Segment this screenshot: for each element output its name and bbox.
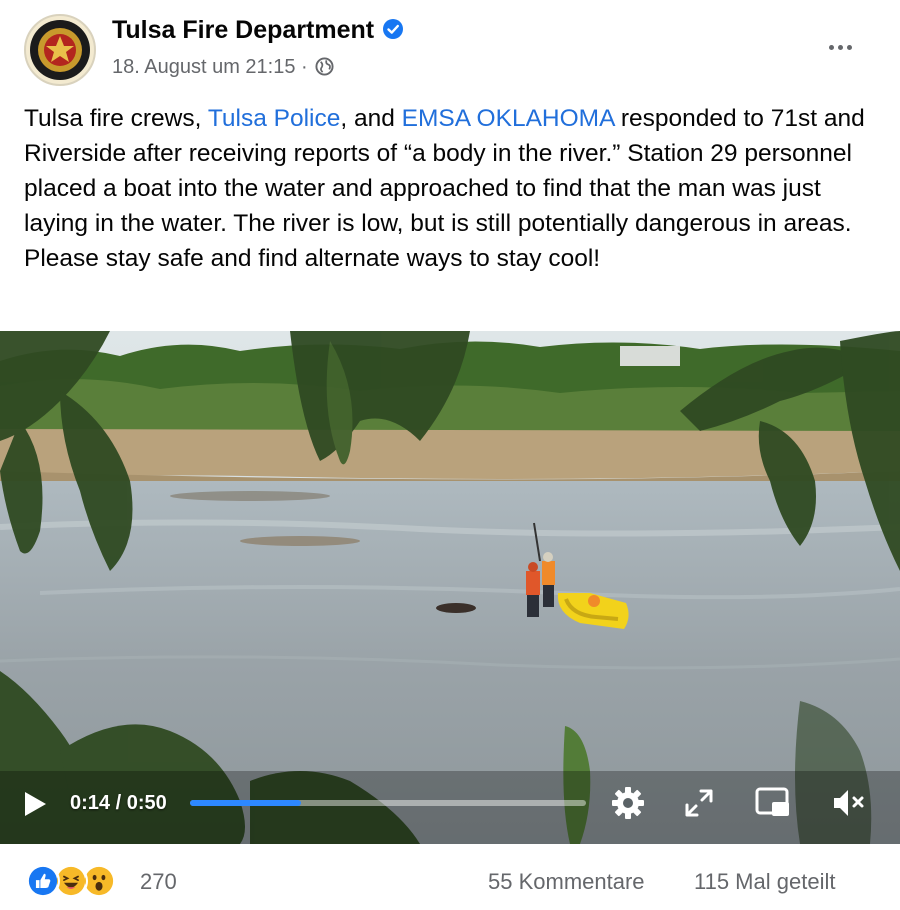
post-timestamp[interactable]: 18. August um 21:15 xyxy=(112,56,295,78)
video-frame xyxy=(0,331,900,844)
volume-muted-icon xyxy=(834,790,864,816)
more-options-icon xyxy=(828,44,834,50)
mention-tulsa-police[interactable]: Tulsa Police xyxy=(208,105,341,132)
settings-button[interactable] xyxy=(609,784,647,822)
shares-count-link[interactable]: 115 Mal geteilt xyxy=(694,869,835,895)
page-name[interactable]: Tulsa Fire Department xyxy=(112,16,374,44)
volume-button[interactable] xyxy=(830,784,868,822)
settings-gear-icon xyxy=(612,787,644,819)
video-progress-bar[interactable] xyxy=(190,800,586,806)
post-meta: 18. August um 21:15 · xyxy=(112,56,334,79)
comments-count-link[interactable]: 55 Kommentare xyxy=(488,869,645,895)
video-time: 0:14 / 0:50 xyxy=(70,792,167,814)
post-text: Tulsa fire crews, Tulsa Police, and EMSA… xyxy=(24,105,865,272)
fullscreen-expand-icon xyxy=(685,789,713,817)
verified-badge-icon xyxy=(383,19,404,39)
picture-in-picture-icon xyxy=(755,787,789,816)
more-options-button[interactable] xyxy=(818,30,862,64)
video-player[interactable] xyxy=(0,331,900,844)
meta-separator: · xyxy=(301,56,308,78)
video-progress-fill xyxy=(190,800,301,806)
video-duration: 0:50 xyxy=(126,792,167,814)
picture-in-picture-button[interactable] xyxy=(754,784,792,822)
fire-department-logo-icon xyxy=(30,20,90,80)
like-reaction-icon xyxy=(26,864,60,898)
page-name-link[interactable]: Tulsa Fire Department xyxy=(112,16,404,45)
play-icon[interactable] xyxy=(22,790,48,818)
fullscreen-button[interactable] xyxy=(680,784,718,822)
globe-icon xyxy=(315,57,334,76)
page-avatar[interactable] xyxy=(24,14,96,86)
reaction-count[interactable]: 270 xyxy=(140,869,177,895)
video-current-time: 0:14 xyxy=(70,792,111,814)
post-header: Tulsa Fire Department 18. August um 21:1… xyxy=(0,0,900,95)
mention-emsa-oklahoma[interactable]: EMSA OKLAHOMA xyxy=(402,105,614,132)
